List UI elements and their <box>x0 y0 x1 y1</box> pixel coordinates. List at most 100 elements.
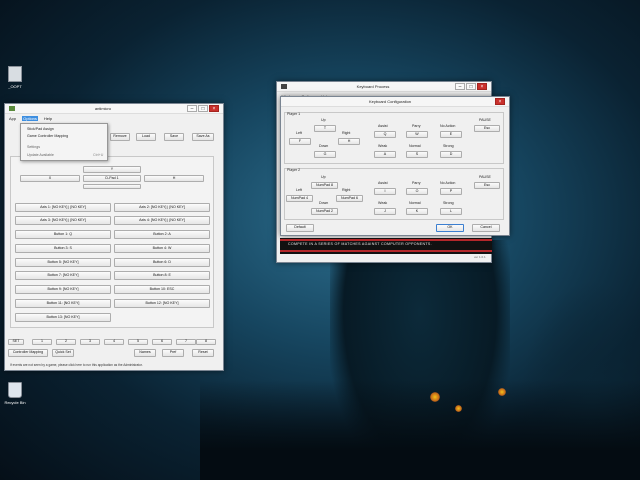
p2-up-key[interactable]: NumPad 8 <box>311 182 338 189</box>
dpad-down-button[interactable] <box>83 184 141 189</box>
dpad-up-button[interactable]: Y <box>83 166 141 173</box>
close-icon[interactable]: × <box>477 83 487 90</box>
controller-mapping-button[interactable]: Controller Mapping <box>8 349 48 357</box>
p2-parry-key[interactable]: O <box>406 188 428 195</box>
button-8[interactable]: Button 8: E <box>114 271 210 280</box>
maximize-icon[interactable]: □ <box>198 105 208 112</box>
player-2-heading: Player 2 <box>287 168 301 172</box>
p2-strong-key[interactable]: L <box>440 208 462 215</box>
button-3[interactable]: Button 3: S <box>15 244 111 253</box>
dialog-title: Keyboard Configuration <box>368 99 412 104</box>
p2-noaction-label: No Action <box>440 181 456 185</box>
axis-4-button[interactable]: Axis 4: [NO KEY] | [NO KEY] <box>114 216 210 225</box>
button-5[interactable]: Button 5: [NO KEY] <box>15 258 111 267</box>
options-dropdown-menu: Stick/Pad Assign Game Controller Mapping… <box>20 123 108 161</box>
dpad-center-button[interactable]: D-Pad 1 <box>83 175 141 182</box>
menu-item-stick-pad-assign[interactable]: Stick/Pad Assign <box>27 127 54 131</box>
close-icon[interactable]: × <box>495 98 505 105</box>
quick-set-button[interactable]: Quick Set <box>52 349 74 357</box>
game-banner: COMPETE IN A SERIES OF MATCHES AGAINST C… <box>280 238 492 254</box>
axis-2-button[interactable]: Axis 2: [NO KEY] | [NO KEY] <box>114 203 210 212</box>
button-1[interactable]: Button 1: Q <box>15 230 111 239</box>
p1-strong-key[interactable]: D <box>440 151 462 158</box>
p2-left-key[interactable]: NumPad 4 <box>286 195 313 202</box>
maximize-icon[interactable]: □ <box>466 83 476 90</box>
axis-3-button[interactable]: Axis 3: [NO KEY] | [NO KEY] <box>15 216 111 225</box>
axis-1-button[interactable]: Axis 1: [NO KEY] | [NO KEY] <box>15 203 111 212</box>
set-tab-1[interactable]: 1 <box>32 339 52 345</box>
recycle-bin-icon[interactable]: Recycle Bin <box>0 382 30 405</box>
p2-pause-key[interactable]: Esc <box>474 182 500 189</box>
dpad-left-button[interactable]: X <box>20 175 80 182</box>
set-tab-2[interactable]: 2 <box>56 339 76 345</box>
p1-parry-label: Parry <box>412 124 421 128</box>
p2-noaction-key[interactable]: P <box>440 188 462 195</box>
save-button[interactable]: Save <box>164 133 184 141</box>
set-tab-7[interactable]: 7 <box>176 339 196 345</box>
menu-item-settings[interactable]: Settings <box>27 145 40 149</box>
keyboard-process-titlebar: Keyboard Process – □ × <box>277 82 491 92</box>
button-6[interactable]: Button 6: D <box>114 258 210 267</box>
p1-down-key[interactable]: G <box>314 151 336 158</box>
p2-parry-label: Parry <box>412 181 421 185</box>
p2-pause-label: PAUSE <box>479 175 491 179</box>
background-coral <box>455 405 462 412</box>
names-button[interactable]: Names <box>134 349 156 357</box>
p1-weak-key[interactable]: A <box>374 151 396 158</box>
p2-assist-key[interactable]: I <box>374 188 396 195</box>
p2-down-key[interactable]: NumPad 2 <box>311 208 338 215</box>
menu-item-controller-mapping[interactable]: Game Controller Mapping <box>27 134 68 138</box>
set-selector[interactable]: SET <box>8 339 24 345</box>
save-as-button[interactable]: Save As <box>192 133 214 141</box>
p1-noaction-key[interactable]: E <box>440 131 462 138</box>
p1-right-key[interactable]: H <box>338 138 360 145</box>
p2-left-label: Left <box>296 188 302 192</box>
minimize-icon[interactable]: – <box>187 105 197 112</box>
button-11[interactable]: Button 11: [NO KEY] <box>15 299 111 308</box>
load-button[interactable]: Load <box>136 133 156 141</box>
menu-options[interactable]: Options <box>22 115 38 121</box>
set-tab-4[interactable]: 4 <box>104 339 124 345</box>
p1-parry-key[interactable]: W <box>406 131 428 138</box>
p1-assist-key[interactable]: Q <box>374 131 396 138</box>
menu-help[interactable]: Help <box>44 116 52 121</box>
ok-button[interactable]: OK <box>436 224 464 232</box>
button-4[interactable]: Button 4: W <box>114 244 210 253</box>
set-tab-3[interactable]: 3 <box>80 339 100 345</box>
button-9[interactable]: Button 9: [NO KEY] <box>15 285 111 294</box>
dpad-right-button[interactable]: H <box>144 175 204 182</box>
menu-item-update[interactable]: Update Available <box>27 153 54 157</box>
default-button[interactable]: Default <box>286 224 314 232</box>
cancel-button[interactable]: Cancel <box>472 224 500 232</box>
set-tab-5[interactable]: 5 <box>128 339 148 345</box>
p1-normal-key[interactable]: S <box>406 151 428 158</box>
p1-up-key[interactable]: T <box>314 125 336 132</box>
p2-down-label: Down <box>319 201 329 205</box>
desktop-shortcut-icon[interactable]: _OOPT <box>0 66 30 89</box>
button-13[interactable]: Button 13: [NO KEY] <box>15 313 111 322</box>
set-tab-8[interactable]: 8 <box>196 339 216 345</box>
set-tab-6[interactable]: 6 <box>152 339 172 345</box>
button-10[interactable]: Button 10: ESC <box>114 285 210 294</box>
p1-weak-label: Weak <box>378 144 388 148</box>
reset-button[interactable]: Reset <box>192 349 214 357</box>
dialog-titlebar: Keyboard Configuration × <box>281 97 509 107</box>
trash-icon <box>8 382 22 398</box>
menubar: App Options Help <box>5 114 223 122</box>
minimize-icon[interactable]: – <box>455 83 465 90</box>
p2-weak-key[interactable]: J <box>374 208 396 215</box>
admin-notice[interactable]: If events are not seen by a game, please… <box>10 363 143 367</box>
p1-pause-key[interactable]: Esc <box>474 125 500 132</box>
p1-left-key[interactable]: F <box>289 138 311 145</box>
remove-button[interactable]: Remove <box>110 133 130 141</box>
banner-text: COMPETE IN A SERIES OF MATCHES AGAINST C… <box>288 242 432 246</box>
button-2[interactable]: Button 2: A <box>114 230 210 239</box>
background-coral <box>498 388 506 396</box>
menu-app[interactable]: App <box>9 116 16 121</box>
pref-button[interactable]: Pref <box>162 349 184 357</box>
p2-normal-key[interactable]: K <box>406 208 428 215</box>
p2-right-key[interactable]: NumPad 6 <box>336 195 363 202</box>
button-7[interactable]: Button 7: [NO KEY] <box>15 271 111 280</box>
button-12[interactable]: Button 12: [NO KEY] <box>114 299 210 308</box>
close-icon[interactable]: × <box>209 105 219 112</box>
